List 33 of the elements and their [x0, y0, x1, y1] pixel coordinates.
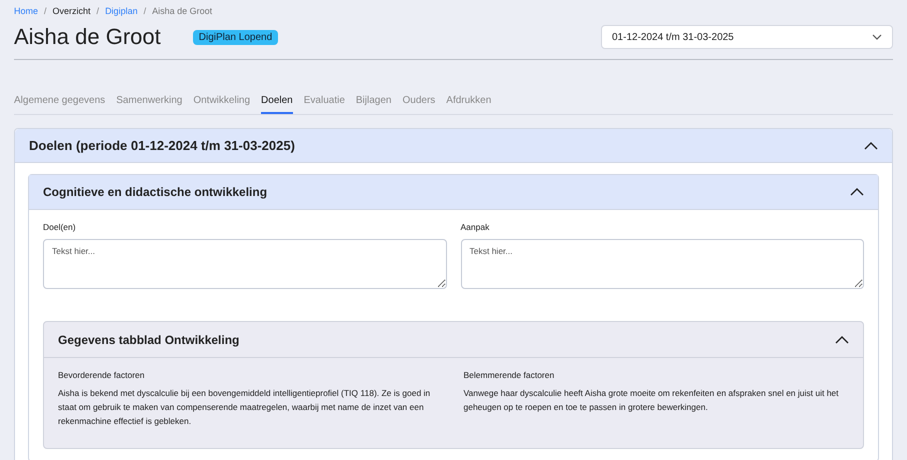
section-title: Cognitieve en didactische ontwikkeling [43, 185, 268, 199]
tab[interactable]: Ouders [402, 82, 436, 114]
breadcrumb-link[interactable]: Home [14, 6, 38, 16]
factor-label: Belemmerende factoren [464, 370, 556, 380]
chevron-up-icon[interactable] [835, 336, 849, 344]
page-title: Aisha de Groot [14, 24, 161, 50]
breadcrumb-link[interactable]: Digiplan [105, 6, 138, 16]
tab[interactable]: Evaluatie [304, 82, 345, 114]
text-area[interactable]: Tekst hier... [460, 239, 864, 289]
factor-label: Bevorderende factoren [58, 370, 146, 380]
factor-text: Aisha is bekend met dyscalculie bij een bovengemiddeld intelligentieprofiel (TIQ 118). Ze is goed in staat om gebruik te maken van compenserende maatregelen, waarbij met name de inzet van een rekenmachine effectief is gebleken. [58, 387, 432, 428]
info-title: Gegevens tabblad Ontwikkeling [58, 332, 240, 346]
chevron-up-icon[interactable] [864, 142, 878, 150]
breadcrumb-separator: / [144, 6, 146, 16]
breadcrumb-separator: / [96, 6, 100, 16]
tab[interactable]: Doelen [261, 82, 293, 114]
chevron-up-icon[interactable] [850, 188, 864, 196]
field-label: Aanpak [460, 222, 490, 232]
factor-text: Vanwege haar dyscalculie heeft Aisha grote moeite om rekenfeiten en afspraken snel en juist uit het geheugen op te roepen en toe te passen in grotere bewerkingen. [464, 387, 840, 414]
breadcrumb-separator: / [44, 6, 47, 16]
tab[interactable]: Ontwikkeling [193, 82, 250, 114]
period-select[interactable]: 01-12-2024 t/m 31-03-2025 [601, 25, 893, 49]
tab[interactable]: Afdrukken [446, 82, 492, 114]
tab[interactable]: Algemene gegevens [14, 82, 106, 114]
breadcrumb-item: Overzicht [52, 6, 91, 16]
tab[interactable]: Samenwerking [116, 82, 182, 114]
chevron-down-icon [872, 34, 882, 40]
tab[interactable]: Bijlagen [356, 82, 392, 114]
text-area[interactable]: Tekst hier... [43, 239, 446, 289]
field-label: Doel(en) [43, 222, 77, 232]
breadcrumb-item: Aisha de Groot [152, 6, 212, 16]
panel-title: Doelen (periode 01-12-2024 t/m 31-03-2025) [29, 138, 295, 153]
status-badge: DigiPlan Lopend [192, 30, 278, 44]
